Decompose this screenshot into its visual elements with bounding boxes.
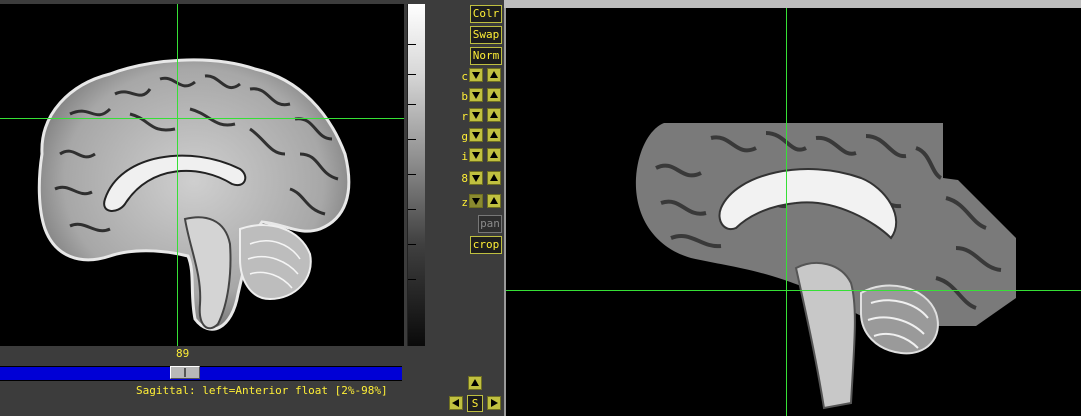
nav-left-icon[interactable] bbox=[449, 396, 463, 410]
arrow-up-icon[interactable] bbox=[487, 171, 501, 185]
colorbar-tick bbox=[408, 209, 416, 210]
brain-sagittal-image bbox=[37, 58, 351, 331]
colorbar-tick bbox=[408, 104, 416, 105]
crop-button[interactable]: crop bbox=[470, 236, 502, 254]
arrow-up-icon[interactable] bbox=[487, 128, 501, 142]
nav-right-icon[interactable] bbox=[487, 396, 501, 410]
arrow-up-icon[interactable] bbox=[487, 194, 501, 208]
arrow-down-icon[interactable] bbox=[469, 68, 483, 82]
arrow-down-icon[interactable] bbox=[469, 148, 483, 162]
control-row-label: r bbox=[461, 110, 468, 123]
control-row-label: z bbox=[461, 196, 468, 209]
crosshair-vertical bbox=[786, 8, 787, 416]
colorbar-tick bbox=[408, 44, 416, 45]
crosshair-horizontal bbox=[0, 118, 404, 119]
arrow-down-icon[interactable] bbox=[469, 194, 483, 208]
slice-slider-thumb[interactable] bbox=[170, 366, 200, 379]
arrow-up-icon[interactable] bbox=[487, 108, 501, 122]
nav-center-button[interactable]: S bbox=[467, 395, 483, 412]
colorbar-tick bbox=[408, 74, 416, 75]
control-row-label: i bbox=[461, 150, 468, 163]
slice-number: 89 bbox=[176, 347, 190, 360]
control-row-label: c bbox=[461, 70, 468, 83]
arrow-down-icon[interactable] bbox=[469, 171, 483, 185]
right-window-titlebar bbox=[504, 0, 1081, 8]
color-button[interactable]: Colr bbox=[470, 5, 502, 23]
brain-sagittal-t1-image bbox=[635, 123, 1016, 410]
left-image-panel: Colr Swap Norm c b r g i 8 z pan crop 89 bbox=[0, 0, 504, 416]
arrow-up-icon[interactable] bbox=[487, 88, 501, 102]
control-row-label: g bbox=[461, 130, 468, 143]
nav-up-icon[interactable] bbox=[468, 376, 482, 390]
arrow-down-icon[interactable] bbox=[469, 108, 483, 122]
colorbar-tick bbox=[408, 139, 416, 140]
colorbar-tick bbox=[408, 244, 416, 245]
right-image-viewer[interactable] bbox=[506, 8, 1081, 416]
arrow-up-icon[interactable] bbox=[487, 68, 501, 82]
crosshair-vertical bbox=[177, 4, 178, 346]
crosshair-horizontal bbox=[506, 290, 1081, 291]
norm-button[interactable]: Norm bbox=[470, 47, 502, 65]
arrow-down-icon[interactable] bbox=[469, 128, 483, 142]
arrow-down-icon[interactable] bbox=[469, 88, 483, 102]
control-row-label: b bbox=[461, 90, 468, 103]
swap-button[interactable]: Swap bbox=[470, 26, 502, 44]
colorbar-tick bbox=[408, 279, 416, 280]
sagittal-image-viewer[interactable] bbox=[0, 4, 404, 346]
arrow-up-icon[interactable] bbox=[487, 148, 501, 162]
colorbar-tick bbox=[408, 174, 416, 175]
slice-slider-track[interactable] bbox=[0, 366, 402, 381]
pan-button[interactable]: pan bbox=[478, 215, 502, 233]
control-row-label: 8 bbox=[461, 172, 468, 185]
intensity-color-bar[interactable] bbox=[407, 4, 425, 346]
view-status-text: Sagittal: left=Anterior float [2%-98%] bbox=[136, 384, 388, 397]
